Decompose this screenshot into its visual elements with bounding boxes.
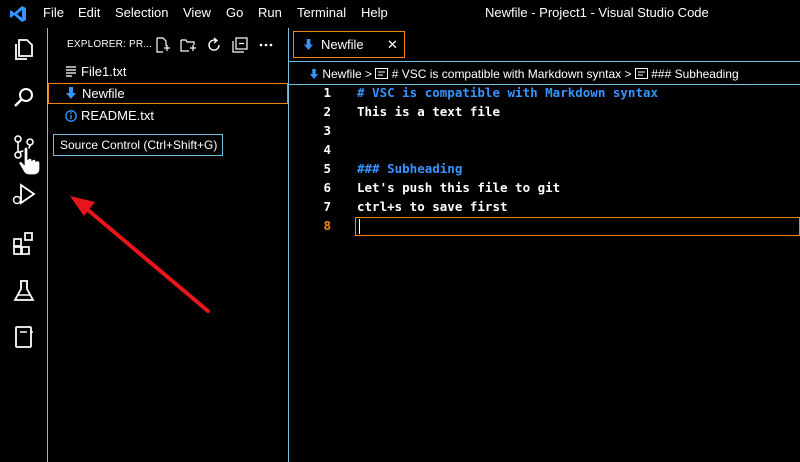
breadcrumb: Newfile > # VSC is compatible with Markd… [309,66,739,82]
source-control-tooltip: Source Control (Ctrl+Shift+G) [53,134,223,156]
code-line: 7 ctrl+s to save first [289,198,800,217]
code-line: 1 # VSC is compatible with Markdown synt… [289,84,800,103]
line-text: ### Subheading [357,161,463,176]
code-line: 3 [289,122,800,141]
menu-file[interactable]: File [43,5,64,20]
menu-selection[interactable]: Selection [115,5,168,20]
notebook-icon[interactable] [11,324,37,350]
activity-bar [0,28,48,462]
tab-label: Newfile [321,37,364,52]
line-number: 3 [323,123,331,138]
line-number: 2 [323,104,331,119]
menu-run[interactable]: Run [258,5,282,20]
tab-newfile[interactable]: Newfile ✕ [293,31,405,58]
window-title: Newfile - Project1 - Visual Studio Code [485,5,709,20]
code-line: 4 [289,141,800,160]
menu-edit[interactable]: Edit [78,5,100,20]
editor-area: Newfile ✕ Newfile > # VSC is compatible … [289,28,800,462]
breadcrumb-item-heading[interactable]: # VSC is compatible with Markdown syntax [392,67,621,81]
run-debug-icon[interactable] [11,181,37,207]
tab-divider [289,61,800,62]
markdown-down-arrow-icon [303,39,314,50]
testing-icon[interactable] [11,278,37,304]
line-number: 8 [323,218,331,233]
line-number: 6 [323,180,331,195]
close-icon[interactable]: ✕ [387,37,398,53]
line-text: ctrl+s to save first [357,199,508,214]
menu-help[interactable]: Help [361,5,388,20]
line-number: 5 [323,161,331,176]
line-text: # VSC is compatible with Markdown syntax [357,85,659,100]
line-text: Let's push this file to git [357,180,561,195]
search-icon[interactable] [11,85,37,111]
line-number: 1 [323,85,331,100]
menu-go[interactable]: Go [226,5,243,20]
breadcrumb-separator: > [624,66,632,81]
code-line: 5 ### Subheading [289,160,800,179]
red-arrow-annotation [70,196,210,313]
code-line: 2 This is a text file [289,103,800,122]
text-cursor [359,219,360,234]
title-bar: File Edit Selection View Go Run Terminal… [0,0,800,28]
line-text: This is a text file [357,104,500,119]
explorer-icon[interactable] [11,36,37,62]
symbol-string-icon [634,68,648,80]
line-number: 4 [323,142,331,157]
extensions-icon[interactable] [11,230,37,256]
breadcrumb-separator: > [365,66,373,81]
vscode-logo-icon[interactable] [9,5,27,23]
code-editor[interactable]: 1 # VSC is compatible with Markdown synt… [289,84,800,462]
code-line-current: 8 [289,217,800,236]
menu-view[interactable]: View [183,5,211,20]
explorer-sidebar: EXPLORER: PR... File1.txt Newfile README… [48,28,289,462]
breadcrumb-file[interactable]: Newfile [322,67,361,81]
breadcrumb-item-subheading[interactable]: ### Subheading [651,67,738,81]
menu-terminal[interactable]: Terminal [297,5,346,20]
symbol-string-icon [375,68,389,80]
code-line: 6 Let's push this file to git [289,179,800,198]
markdown-down-arrow-icon [309,68,319,79]
line-number: 7 [323,199,331,214]
current-line-highlight [355,217,800,236]
hand-cursor-icon [18,146,41,176]
